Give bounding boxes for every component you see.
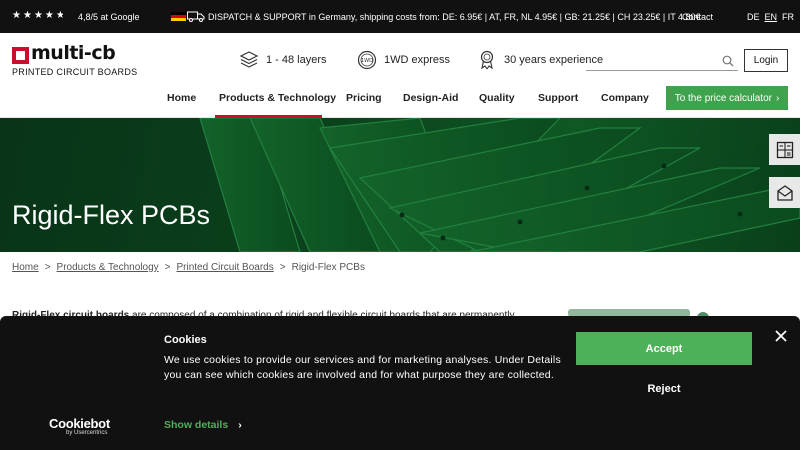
nav-pricing[interactable]: Pricing (346, 92, 382, 104)
svg-text:1WD: 1WD (361, 58, 373, 64)
cookie-body: We use cookies to provide our services a… (164, 354, 561, 381)
chevron-right-icon: › (238, 419, 242, 431)
cookiebot-logo: Cookiebot by Usercentrics (49, 416, 110, 436)
nav-company[interactable]: Company (601, 92, 649, 104)
show-details-link[interactable]: Show details › (164, 419, 242, 431)
side-tab-contact[interactable] (769, 177, 800, 208)
nav-products-technology[interactable]: Products & Technology (219, 92, 336, 104)
star-icon: ★ (33, 10, 43, 21)
breadcrumb: Home > Products & Technology > Printed C… (12, 262, 365, 273)
search-icon[interactable] (722, 55, 734, 67)
breadcrumb-separator: > (44, 262, 51, 273)
logo-tagline: PRINTED CIRCUIT BOARDS (12, 67, 138, 77)
star-icon: ★ (44, 10, 54, 21)
nav-home[interactable]: Home (167, 92, 196, 104)
page-title: Rigid-Flex PCBs (12, 200, 211, 230)
cookiebot-brand: Cookiebot (49, 416, 110, 431)
lang-fr[interactable]: FR (782, 12, 794, 22)
breadcrumb-current: Rigid-Flex PCBs (291, 262, 365, 273)
pcb-hero-image (0, 118, 800, 252)
award-icon (480, 50, 494, 70)
breadcrumb-pcbs[interactable]: Printed Circuit Boards (176, 262, 273, 273)
close-icon[interactable] (774, 329, 788, 343)
feature-layers: 1 - 48 layers (239, 50, 327, 70)
shipping-info: DISPATCH & SUPPORT in Germany, shipping … (208, 12, 701, 22)
top-bar: ★ ★ ★ ★ ★ 4,8/5 at Google DISPATCH & SUP… (0, 0, 800, 33)
express-icon: 1WD (357, 50, 377, 70)
calculator-icon (776, 141, 793, 158)
cookiebot-sub: by Usercentrics (66, 430, 108, 436)
price-calculator-label: To the price calculator (674, 92, 772, 104)
nav-support[interactable]: Support (538, 92, 578, 104)
search-box (586, 52, 738, 71)
star-half-icon: ★ (55, 10, 65, 21)
nav-design-aid[interactable]: Design-Aid (403, 92, 458, 104)
breadcrumb-separator: > (279, 262, 286, 273)
reject-cookies-button[interactable]: Reject (576, 374, 752, 404)
main-nav: Home Products & Technology Pricing Desig… (0, 86, 800, 118)
mail-icon (776, 184, 793, 201)
language-switcher: DE EN FR (747, 12, 794, 22)
truck-icon (187, 11, 205, 22)
layers-icon (239, 51, 259, 68)
star-icon: ★ (22, 10, 32, 21)
nav-quality[interactable]: Quality (479, 92, 515, 104)
login-button[interactable]: Login (744, 49, 788, 72)
cookie-title: Cookies (164, 334, 207, 346)
cookie-banner: Cookiebot by Usercentrics Cookies We use… (0, 316, 800, 450)
chevron-right-icon: › (775, 92, 780, 104)
breadcrumb-home[interactable]: Home (12, 262, 39, 273)
breadcrumb-separator: > (164, 262, 171, 273)
feature-express: 1WD 1WD express (357, 50, 450, 70)
accept-cookies-button[interactable]: Accept (576, 332, 752, 365)
site-header: multi-cb PRINTED CIRCUIT BOARDS 1 - 48 l… (0, 33, 800, 118)
germany-flag-icon (171, 12, 186, 21)
hero-banner: Rigid-Flex PCBs (0, 118, 800, 252)
show-details-label: Show details (164, 419, 229, 431)
lang-de[interactable]: DE (747, 12, 760, 22)
star-icon: ★ (12, 10, 21, 21)
search-input[interactable] (586, 52, 714, 70)
price-calculator-button[interactable]: To the price calculator › (666, 86, 788, 110)
contact-link[interactable]: Contact (682, 12, 713, 22)
breadcrumb-products[interactable]: Products & Technology (57, 262, 159, 273)
logo-wordmark: multi-cb (31, 42, 116, 64)
logo[interactable]: multi-cb PRINTED CIRCUIT BOARDS (12, 42, 137, 79)
logo-mark (12, 47, 29, 64)
feature-layers-label: 1 - 48 layers (266, 54, 327, 66)
side-tab-calculator[interactable] (769, 134, 800, 165)
google-rating: 4,8/5 at Google (78, 12, 140, 22)
rating-stars: ★ ★ ★ ★ ★ (12, 11, 65, 21)
feature-experience: 30 years experience (477, 50, 603, 70)
feature-express-label: 1WD express (384, 54, 451, 66)
lang-en[interactable]: EN (765, 12, 778, 22)
